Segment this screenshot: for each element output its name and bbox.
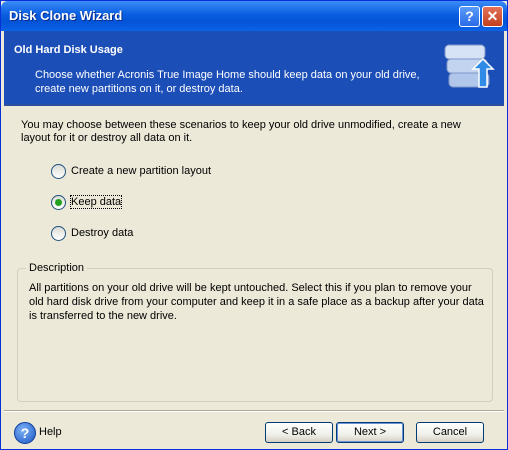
next-button[interactable]: Next > — [336, 422, 404, 443]
window-title: Disk Clone Wizard — [9, 8, 123, 23]
disk-clone-icon — [444, 44, 495, 88]
radio-label[interactable]: Create a new partition layout — [71, 165, 211, 177]
cancel-button[interactable]: Cancel — [416, 422, 484, 443]
intro-text: You may choose between these scenarios t… — [21, 119, 461, 144]
wizard-body: You may choose between these scenarios t… — [4, 106, 504, 406]
title-bar[interactable]: Disk Clone Wizard ? ✕ — [1, 1, 507, 31]
help-label[interactable]: Help — [39, 426, 62, 438]
description-legend: Description — [26, 262, 88, 274]
disk-clone-wizard-window: Disk Clone Wizard ? ✕ Old Hard Disk Usag… — [0, 0, 508, 450]
radio-button[interactable] — [51, 195, 66, 210]
close-button[interactable]: ✕ — [482, 6, 503, 27]
help-icon[interactable]: ? — [14, 422, 36, 444]
wizard-header: Old Hard Disk Usage Choose whether Acron… — [4, 31, 504, 104]
header-title: Old Hard Disk Usage — [14, 44, 123, 56]
radio-button[interactable] — [51, 164, 66, 179]
header-description: Choose whether Acronis True Image Home s… — [35, 69, 420, 95]
back-button[interactable]: < Back — [265, 422, 333, 443]
radio-button[interactable] — [51, 226, 66, 241]
radio-selected-dot — [55, 199, 62, 206]
description-groupbox: Description All partitions on your old d… — [17, 262, 493, 402]
radio-label[interactable]: Destroy data — [71, 227, 133, 239]
footer-divider — [4, 410, 504, 412]
title-help-button[interactable]: ? — [459, 6, 480, 27]
description-text: All partitions on your old drive will be… — [29, 282, 484, 322]
radio-label[interactable]: Keep data — [69, 195, 123, 209]
